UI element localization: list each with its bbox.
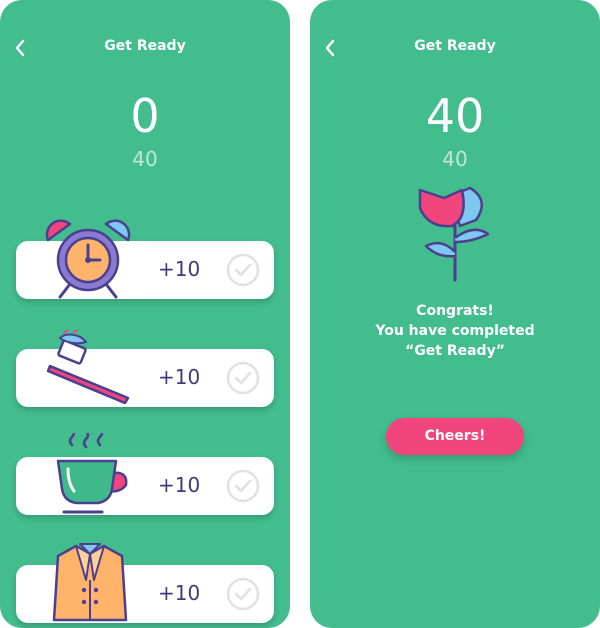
checkmark-icon[interactable] [226, 361, 260, 395]
task-points: +10 [158, 365, 201, 389]
completed-screen: Get Ready 40 40 Congrats! You have compl… [310, 0, 600, 628]
checkmark-icon[interactable] [226, 577, 260, 611]
toothbrush-icon [46, 330, 130, 404]
coffee-cup-icon [56, 433, 128, 514]
task-points: +10 [158, 581, 201, 605]
task-points: +10 [158, 473, 201, 497]
alarm-clock-icon [45, 219, 131, 299]
score-target: 40 [442, 147, 468, 171]
task-list-screen: Get Ready 0 40 +10 +10 +10 +10 [0, 0, 290, 628]
score-current: 40 [425, 89, 485, 143]
checkmark-icon[interactable] [226, 469, 260, 503]
coat-icon [52, 543, 128, 622]
congrats-text: You have completed [375, 323, 535, 339]
congrats-routine-name: “Get Ready” [405, 343, 505, 359]
page-title: Get Ready [414, 38, 496, 54]
score-target: 40 [132, 147, 158, 171]
task-points: +10 [158, 257, 201, 281]
page-title: Get Ready [104, 38, 186, 54]
congrats-message: Congrats! You have completed “Get Ready” [310, 301, 600, 361]
cheers-button[interactable]: Cheers! [386, 418, 524, 455]
score-current: 0 [130, 89, 160, 143]
checkmark-icon[interactable] [226, 253, 260, 287]
flower-icon [418, 186, 490, 282]
congrats-heading: Congrats! [416, 303, 494, 319]
